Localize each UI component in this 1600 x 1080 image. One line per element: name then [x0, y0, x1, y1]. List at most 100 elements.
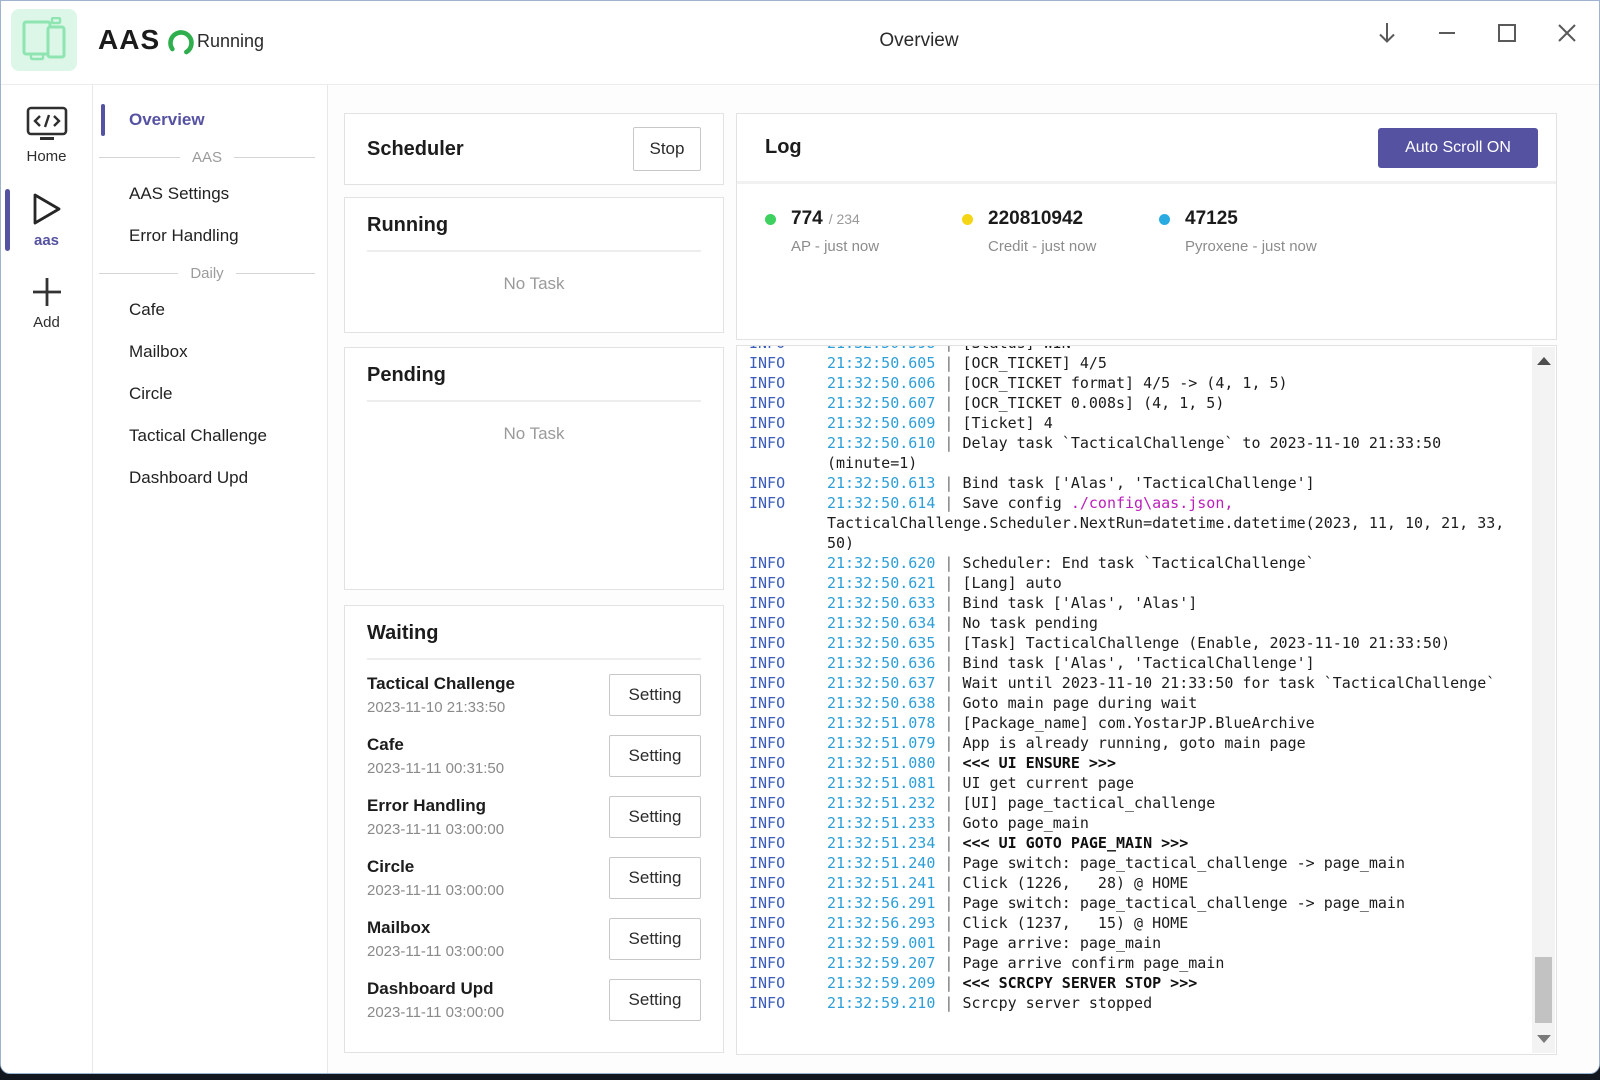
- nav-item-tactical-challenge[interactable]: Tactical Challenge: [93, 415, 327, 457]
- log-separator: |: [935, 794, 962, 812]
- divider: [367, 250, 701, 252]
- nav-item-aas-settings[interactable]: AAS Settings: [93, 173, 327, 215]
- task-setting-button[interactable]: Setting: [609, 857, 701, 899]
- dashboard-value: 774: [791, 208, 823, 230]
- waiting-task-row: Dashboard Upd2023-11-11 03:00:00Setting: [367, 969, 701, 1030]
- log-message: No task pending: [962, 614, 1097, 632]
- scroll-up-arrow-icon[interactable]: [1537, 357, 1551, 365]
- resource-dashboard: 774/ 234AP - just now220810942Credit - j…: [737, 184, 1556, 255]
- minimize-button[interactable]: [1429, 15, 1465, 51]
- log-separator: |: [935, 894, 962, 912]
- log-level: INFO: [749, 833, 827, 853]
- log-entry: INFO21:32:59.210 | Scrcpy server stopped: [749, 993, 1508, 1013]
- task-setting-button[interactable]: Setting: [609, 979, 701, 1021]
- auto-scroll-toggle[interactable]: Auto Scroll ON: [1378, 128, 1538, 168]
- log-entry: INFO21:32:50.609 | [Ticket] 4: [749, 413, 1508, 433]
- rail-item-add[interactable]: Add: [1, 269, 92, 337]
- log-timestamp: 21:32:51.241: [827, 874, 935, 892]
- dashboard-value-row: 220810942: [962, 208, 1159, 230]
- log-entry: INFO21:32:50.613 | Bind task ['Alas', 'T…: [749, 473, 1508, 493]
- log-message: Scheduler: End task `TacticalChallenge`: [962, 554, 1314, 572]
- divider-line: [234, 157, 315, 158]
- log-message: Page switch: page_tactical_challenge -> …: [962, 854, 1405, 872]
- log-separator: |: [935, 954, 962, 972]
- close-button[interactable]: [1549, 15, 1585, 51]
- task-setting-button[interactable]: Setting: [609, 918, 701, 960]
- waiting-task-next-run: 2023-11-11 03:00:00: [367, 1004, 609, 1021]
- log-separator: |: [935, 814, 962, 832]
- waiting-task-info: Dashboard Upd2023-11-11 03:00:00: [367, 979, 609, 1021]
- rail-item-aas[interactable]: aas: [1, 185, 92, 255]
- log-level: INFO: [749, 933, 827, 953]
- log-timestamp: 21:32:51.233: [827, 814, 935, 832]
- log-separator: |: [935, 694, 962, 712]
- module-nav: Overview AAS AAS Settings Error Handling Dai…: [93, 85, 328, 1073]
- log-timestamp: 21:32:50.609: [827, 414, 935, 432]
- nav-item-overview[interactable]: Overview: [93, 99, 327, 141]
- waiting-task-name: Error Handling: [367, 796, 609, 816]
- log-level: INFO: [749, 373, 827, 393]
- log-message: Click (1226, 28) @ HOME: [962, 874, 1188, 892]
- task-setting-button[interactable]: Setting: [609, 796, 701, 838]
- log-timestamp: 21:32:51.081: [827, 774, 935, 792]
- nav-section-divider: Daily: [93, 257, 327, 289]
- log-message: [Lang] auto: [962, 574, 1061, 592]
- log-level: INFO: [749, 573, 827, 593]
- log-timestamp: 21:32:50.635: [827, 634, 935, 652]
- log-title: Log: [765, 136, 802, 159]
- rail-item-home[interactable]: Home: [1, 99, 92, 171]
- nav-item-circle[interactable]: Circle: [93, 373, 327, 415]
- nav-item-error-handling[interactable]: Error Handling: [93, 215, 327, 257]
- log-message: App is already running, goto main page: [962, 734, 1305, 752]
- log-separator: |: [935, 345, 962, 352]
- divider-label: AAS: [192, 149, 222, 166]
- nav-item-label: Cafe: [129, 300, 165, 320]
- log-level: INFO: [749, 553, 827, 573]
- log-level: INFO: [749, 753, 827, 773]
- nav-item-label: Error Handling: [129, 226, 239, 246]
- scrollbar-thumb[interactable]: [1535, 957, 1552, 1023]
- log-level: INFO: [749, 345, 827, 353]
- log-entry: INFO21:32:51.079 | App is already runnin…: [749, 733, 1508, 753]
- log-message: Click (1237, 15) @ HOME: [962, 914, 1188, 932]
- log-separator: |: [935, 774, 962, 792]
- scheduler-status-text: Running: [197, 31, 264, 52]
- rail-item-label: Add: [33, 314, 60, 331]
- nav-item-label: Circle: [129, 384, 172, 404]
- log-timestamp: 21:32:50.621: [827, 574, 935, 592]
- log-timestamp: 21:32:51.080: [827, 754, 935, 772]
- log-timestamp: 21:32:51.240: [827, 854, 935, 872]
- hide-to-tray-button[interactable]: [1369, 15, 1405, 51]
- log-level: INFO: [749, 693, 827, 713]
- log-level: INFO: [749, 493, 827, 513]
- nav-item-dashboard-upd[interactable]: Dashboard Upd: [93, 457, 327, 499]
- log-entry: INFO21:32:50.634 | No task pending: [749, 613, 1508, 633]
- log-message: Wait until 2023-11-10 21:33:50 for task …: [962, 674, 1495, 692]
- log-entry: INFO21:32:50.637 | Wait until 2023-11-10…: [749, 673, 1508, 693]
- log-message: [OCR_TICKET 0.008s] (4, 1, 5): [962, 394, 1224, 412]
- pending-title: Pending: [367, 364, 701, 387]
- log-separator: |: [935, 714, 962, 732]
- log-message: <<< UI ENSURE >>>: [962, 754, 1116, 772]
- scheduler-card: Scheduler Stop: [344, 113, 724, 185]
- log-level: INFO: [749, 353, 827, 373]
- nav-item-mailbox[interactable]: Mailbox: [93, 331, 327, 373]
- waiting-task-name: Circle: [367, 857, 609, 877]
- log-separator: |: [935, 614, 962, 632]
- maximize-button[interactable]: [1489, 15, 1525, 51]
- log-scrollbar[interactable]: [1532, 347, 1555, 1053]
- log-timestamp: 21:32:51.079: [827, 734, 935, 752]
- log-message: Goto main page during wait: [962, 694, 1197, 712]
- nav-item-cafe[interactable]: Cafe: [93, 289, 327, 331]
- log-timestamp: 21:32:50.620: [827, 554, 935, 572]
- scroll-down-arrow-icon[interactable]: [1537, 1035, 1551, 1043]
- task-setting-button[interactable]: Setting: [609, 735, 701, 777]
- app-rail: Home aas Add: [1, 85, 93, 1073]
- waiting-task-row: Circle2023-11-11 03:00:00Setting: [367, 847, 701, 908]
- log-entry: INFO21:32:50.635 | [Task] TacticalChalle…: [749, 633, 1508, 653]
- log-entry: INFO21:32:50.620 | Scheduler: End task `…: [749, 553, 1508, 573]
- log-level: INFO: [749, 813, 827, 833]
- task-setting-button[interactable]: Setting: [609, 674, 701, 716]
- log-entry: INFO21:32:50.636 | Bind task ['Alas', 'T…: [749, 653, 1508, 673]
- stop-button[interactable]: Stop: [633, 127, 701, 171]
